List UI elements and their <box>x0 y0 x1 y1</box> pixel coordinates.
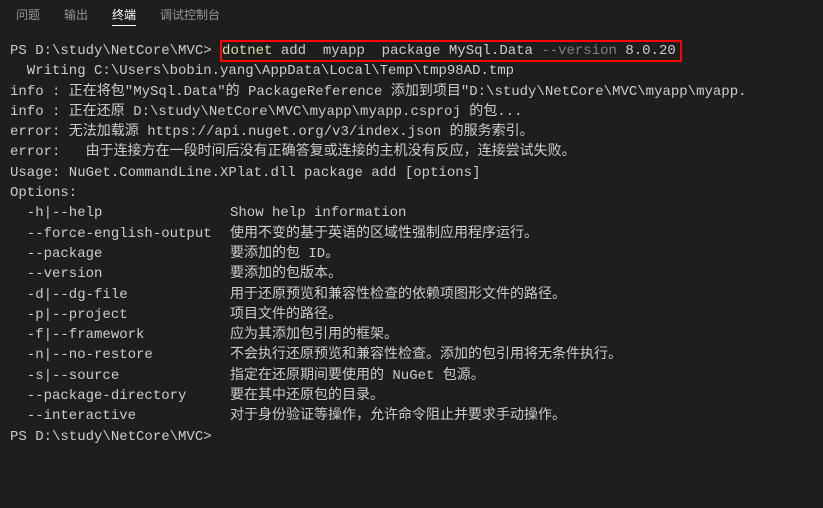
terminal-line-command: PS D:\study\NetCore\MVC> dotnet add myap… <box>10 41 813 61</box>
opt-flag: -n|--no-restore <box>10 345 230 365</box>
opt-desc: 不会执行还原预览和兼容性检查。添加的包引用将无条件执行。 <box>230 347 622 363</box>
opt-desc: 使用不变的基于英语的区域性强制应用程序运行。 <box>230 226 538 242</box>
opt-source: -s|--source指定在还原期间要使用的 NuGet 包源。 <box>10 366 813 386</box>
highlighted-command: dotnet add myapp package MySql.Data --ve… <box>220 40 682 62</box>
opt-no-restore: -n|--no-restore不会执行还原预览和兼容性检查。添加的包引用将无条件… <box>10 345 813 365</box>
cmd-dotnet: dotnet <box>222 43 272 59</box>
tab-output[interactable]: 输出 <box>64 4 88 26</box>
opt-flag: --package <box>10 244 230 264</box>
opt-project: -p|--project项目文件的路径。 <box>10 305 813 325</box>
cmd-version-val: 8.0.20 <box>617 43 676 59</box>
opt-dg-file: -d|--dg-file用于还原预览和兼容性检查的依赖项图形文件的路径。 <box>10 285 813 305</box>
terminal-line: error: 由于连接方在一段时间后没有正确答复或连接的主机没有反应，连接尝试失… <box>10 142 813 162</box>
tab-debug-console[interactable]: 调试控制台 <box>160 4 220 26</box>
opt-flag: -h|--help <box>10 203 230 223</box>
opt-desc: 项目文件的路径。 <box>230 307 342 323</box>
opt-flag: --version <box>10 264 230 284</box>
opt-flag: --package-directory <box>10 386 230 406</box>
terminal-line: info : 正在还原 D:\study\NetCore\MVC\myapp\m… <box>10 102 813 122</box>
terminal-content[interactable]: PS D:\study\NetCore\MVC> dotnet add myap… <box>0 33 823 455</box>
opt-desc: 要添加的包版本。 <box>230 266 342 282</box>
opt-flag: -d|--dg-file <box>10 285 230 305</box>
opt-framework: -f|--framework应为其添加包引用的框架。 <box>10 325 813 345</box>
prompt: PS D:\study\NetCore\MVC> <box>10 43 220 59</box>
opt-desc: 指定在还原期间要使用的 NuGet 包源。 <box>230 368 485 384</box>
opt-force: --force-english-output使用不变的基于英语的区域性强制应用程… <box>10 224 813 244</box>
terminal-line: error: 无法加载源 https://api.nuget.org/v3/in… <box>10 122 813 142</box>
opt-help: -h|--helpShow help information <box>10 203 813 223</box>
opt-desc: 应为其添加包引用的框架。 <box>230 327 398 343</box>
opt-flag: --interactive <box>10 406 230 426</box>
terminal-line: info : 正在将包"MySql.Data"的 PackageReferenc… <box>10 82 813 102</box>
options-header: Options: <box>10 183 813 203</box>
opt-desc: 用于还原预览和兼容性检查的依赖项图形文件的路径。 <box>230 287 566 303</box>
opt-package-directory: --package-directory要在其中还原包的目录。 <box>10 386 813 406</box>
opt-flag: -s|--source <box>10 366 230 386</box>
opt-package: --package要添加的包 ID。 <box>10 244 813 264</box>
panel-tabs: 问题 输出 终端 调试控制台 <box>0 0 823 33</box>
opt-flag: -f|--framework <box>10 325 230 345</box>
opt-flag: --force-english-output <box>10 224 230 244</box>
opt-flag: -p|--project <box>10 305 230 325</box>
prompt-line: PS D:\study\NetCore\MVC> <box>10 427 813 447</box>
opt-desc: 要添加的包 ID。 <box>230 246 339 262</box>
cmd-pkg: MySql.Data <box>449 43 533 59</box>
terminal-line-usage: Usage: NuGet.CommandLine.XPlat.dll packa… <box>10 163 813 183</box>
cmd-version-flag: --version <box>533 43 617 59</box>
terminal-line: Writing C:\Users\bobin.yang\AppData\Loca… <box>10 61 813 81</box>
tab-terminal[interactable]: 终端 <box>112 4 136 26</box>
tab-problems[interactable]: 问题 <box>16 4 40 26</box>
opt-desc: 要在其中还原包的目录。 <box>230 388 384 404</box>
cmd-add: add myapp package <box>272 43 448 59</box>
opt-desc: 对于身份验证等操作，允许命令阻止并要求手动操作。 <box>230 408 566 424</box>
opt-desc: Show help information <box>230 205 406 221</box>
opt-version: --version要添加的包版本。 <box>10 264 813 284</box>
opt-interactive: --interactive对于身份验证等操作，允许命令阻止并要求手动操作。 <box>10 406 813 426</box>
